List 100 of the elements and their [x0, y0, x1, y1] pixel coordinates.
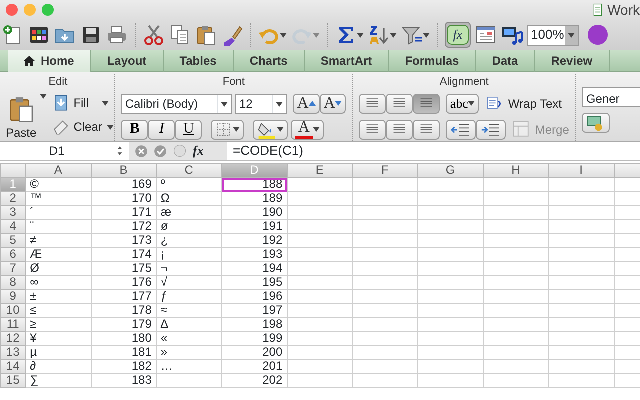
table-cell[interactable]: ø	[156, 220, 222, 234]
column-header[interactable]: B	[91, 164, 156, 178]
table-cell[interactable]: 174	[91, 248, 156, 262]
grow-font-button[interactable]: A	[293, 94, 320, 114]
wrap-text-button[interactable]: Wrap Text	[485, 94, 562, 112]
align-right-button[interactable]	[413, 120, 440, 140]
caret-icon[interactable]	[277, 127, 284, 132]
zoom-field[interactable]: 100%	[527, 24, 579, 46]
row-header[interactable]: 2	[0, 192, 26, 206]
font-size-field[interactable]: 12	[235, 94, 288, 114]
row-header[interactable]: 12	[0, 332, 26, 346]
caret-icon[interactable]	[280, 32, 287, 38]
table-cell[interactable]: ƒ	[156, 290, 222, 304]
caret-icon[interactable]	[423, 32, 430, 38]
table-cell[interactable]: 197	[222, 304, 288, 318]
table-cell[interactable]: Ω	[156, 192, 222, 206]
table-cell[interactable]: 170	[91, 192, 156, 206]
row-header[interactable]: 8	[0, 276, 26, 290]
align-center-button[interactable]	[386, 120, 414, 140]
table-cell[interactable]: 172	[91, 220, 156, 234]
table-cell[interactable]: ±	[26, 290, 92, 304]
table-cell[interactable]: 171	[91, 206, 156, 220]
table-cell[interactable]: ´	[26, 206, 92, 220]
caret-icon[interactable]	[390, 32, 397, 38]
table-cell[interactable]: ∂	[26, 360, 92, 374]
decrease-indent-button[interactable]	[446, 120, 476, 140]
font-name-field[interactable]: Calibri (Body)	[121, 94, 232, 114]
table-cell[interactable]: ™	[26, 192, 92, 206]
shrink-font-button[interactable]: A	[320, 94, 346, 114]
table-cell[interactable]: 180	[91, 332, 156, 346]
vertical-align-button[interactable]	[386, 94, 414, 114]
row-header[interactable]: 15	[0, 374, 26, 388]
underline-button[interactable]: U	[175, 120, 202, 140]
caret-icon[interactable]	[102, 100, 110, 106]
paste-button[interactable]: Paste	[2, 94, 37, 142]
table-cell[interactable]: 177	[91, 290, 156, 304]
table-cell[interactable]: ¥	[26, 332, 92, 346]
column-header[interactable]: C	[156, 164, 222, 178]
table-cell[interactable]: 200	[222, 346, 288, 360]
table-cell[interactable]: 176	[91, 276, 156, 290]
table-cell[interactable]: ¬	[156, 262, 222, 276]
table-cell[interactable]: 194	[222, 262, 288, 276]
table-cell[interactable]: 175	[91, 262, 156, 276]
table-cell[interactable]: «	[156, 332, 222, 346]
column-header[interactable]: E	[287, 164, 353, 178]
table-cell[interactable]: 173	[91, 234, 156, 248]
row-header[interactable]: 10	[0, 304, 26, 318]
column-header[interactable]: F	[352, 164, 418, 178]
column-header[interactable]: A	[26, 164, 92, 178]
table-cell[interactable]: ≥	[26, 318, 92, 332]
row-header[interactable]: 3	[0, 206, 26, 220]
table-cell[interactable]: 178	[91, 304, 156, 318]
table-cell[interactable]: ≤	[26, 304, 92, 318]
table-cell[interactable]: Æ	[26, 248, 92, 262]
number-format-button[interactable]	[582, 113, 610, 133]
borders-button[interactable]	[211, 120, 244, 140]
table-cell[interactable]: √	[156, 276, 222, 290]
table-cell[interactable]: ©	[26, 178, 92, 192]
table-cell[interactable]: ≈	[156, 304, 222, 318]
table-cell[interactable]: ¨	[26, 220, 92, 234]
clear-button[interactable]: Clear	[52, 118, 114, 136]
table-cell[interactable]: ∆	[156, 318, 222, 332]
table-cell[interactable]: 181	[91, 346, 156, 360]
row-header[interactable]: 9	[0, 290, 26, 304]
table-cell[interactable]: 202	[222, 374, 288, 388]
table-cell[interactable]: 169	[91, 178, 156, 192]
fill-button[interactable]: Fill	[52, 94, 114, 112]
table-cell[interactable]: 179	[91, 318, 156, 332]
italic-button[interactable]: I	[148, 120, 176, 140]
table-cell[interactable]: æ	[156, 206, 222, 220]
caret-icon[interactable]	[357, 32, 364, 38]
table-cell[interactable]: µ	[26, 346, 92, 360]
close-button[interactable]	[6, 4, 18, 16]
row-header[interactable]: 5	[0, 234, 26, 248]
table-cell[interactable]: 189	[222, 192, 288, 206]
table-cell[interactable]: 182	[91, 360, 156, 374]
row-header[interactable]: 14	[0, 360, 26, 374]
table-cell[interactable]: »	[156, 346, 222, 360]
caret-icon[interactable]	[107, 124, 114, 130]
name-box[interactable]: D1	[0, 142, 114, 160]
ribbon-tab[interactable]: Home	[8, 50, 92, 72]
column-header[interactable]: G	[418, 164, 484, 178]
table-cell[interactable]: 199	[222, 332, 288, 346]
bold-button[interactable]: B	[121, 120, 148, 140]
caret-icon[interactable]	[312, 127, 320, 132]
column-header[interactable]: H	[483, 164, 549, 178]
table-cell[interactable]: 183	[91, 374, 156, 388]
fill-color-button[interactable]	[253, 120, 288, 140]
row-header[interactable]: 4	[0, 220, 26, 234]
caret-icon[interactable]	[468, 101, 476, 106]
table-cell[interactable]: ≠	[26, 234, 92, 248]
table-cell[interactable]: 198	[222, 318, 288, 332]
table-cell[interactable]: ∑	[26, 374, 92, 388]
font-color-button[interactable]: A	[291, 120, 324, 140]
orientation-button[interactable]: abc	[446, 94, 480, 114]
table-cell[interactable]: 193	[222, 248, 288, 262]
table-cell[interactable]: …	[156, 360, 222, 374]
table-cell[interactable]: 195	[222, 276, 288, 290]
increase-indent-button[interactable]	[476, 120, 506, 140]
vertical-align-button[interactable]	[413, 94, 440, 114]
